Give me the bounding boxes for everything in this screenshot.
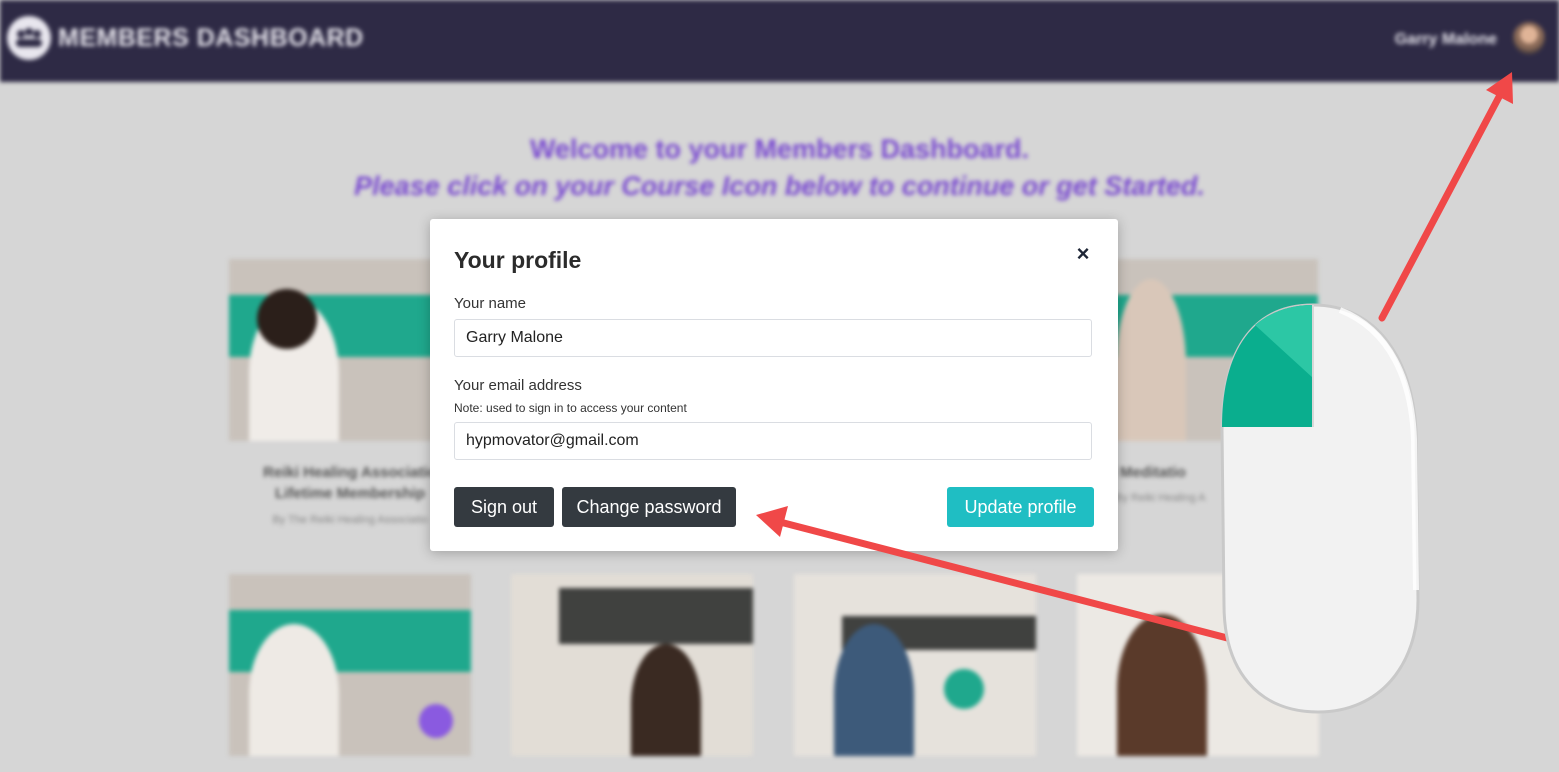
- avatar[interactable]: [1513, 22, 1545, 54]
- course-image: [631, 644, 701, 756]
- close-icon[interactable]: ×: [1074, 243, 1092, 265]
- name-label: Your name: [454, 295, 526, 312]
- change-password-button[interactable]: Change password: [562, 487, 736, 527]
- update-profile-button[interactable]: Update profile: [947, 487, 1094, 527]
- course-card[interactable]: [1077, 574, 1319, 756]
- course-author: By Reiki Healing A: [1115, 492, 1206, 504]
- sign-out-button[interactable]: Sign out: [454, 487, 554, 527]
- page: MEMBERS DASHBOARD Garry Malone Welcome t…: [0, 0, 1559, 772]
- course-image: [1116, 279, 1186, 441]
- welcome-line-1: Welcome to your Members Dashboard.: [529, 134, 1030, 164]
- brand-title: MEMBERS DASHBOARD: [58, 24, 364, 52]
- email-note: Note: used to sign in to access your con…: [454, 401, 687, 415]
- course-card[interactable]: [511, 574, 753, 756]
- email-label: Your email address: [454, 377, 582, 394]
- name-field[interactable]: [454, 319, 1092, 357]
- course-image: [834, 624, 914, 756]
- course-image: [249, 624, 339, 756]
- welcome-line-2: Please click on your Course Icon below t…: [354, 171, 1205, 201]
- email-field[interactable]: [454, 422, 1092, 460]
- logo-icon: [7, 16, 51, 60]
- profile-modal: Your profile × Your name Your email addr…: [430, 219, 1118, 551]
- top-bar: MEMBERS DASHBOARD Garry Malone: [0, 0, 1559, 82]
- course-card[interactable]: [794, 574, 1036, 756]
- course-banner: [559, 588, 753, 644]
- modal-title: Your profile: [454, 247, 582, 273]
- course-image: [1117, 614, 1207, 756]
- header-user-name[interactable]: Garry Malone: [1395, 31, 1497, 49]
- course-card[interactable]: [229, 574, 471, 756]
